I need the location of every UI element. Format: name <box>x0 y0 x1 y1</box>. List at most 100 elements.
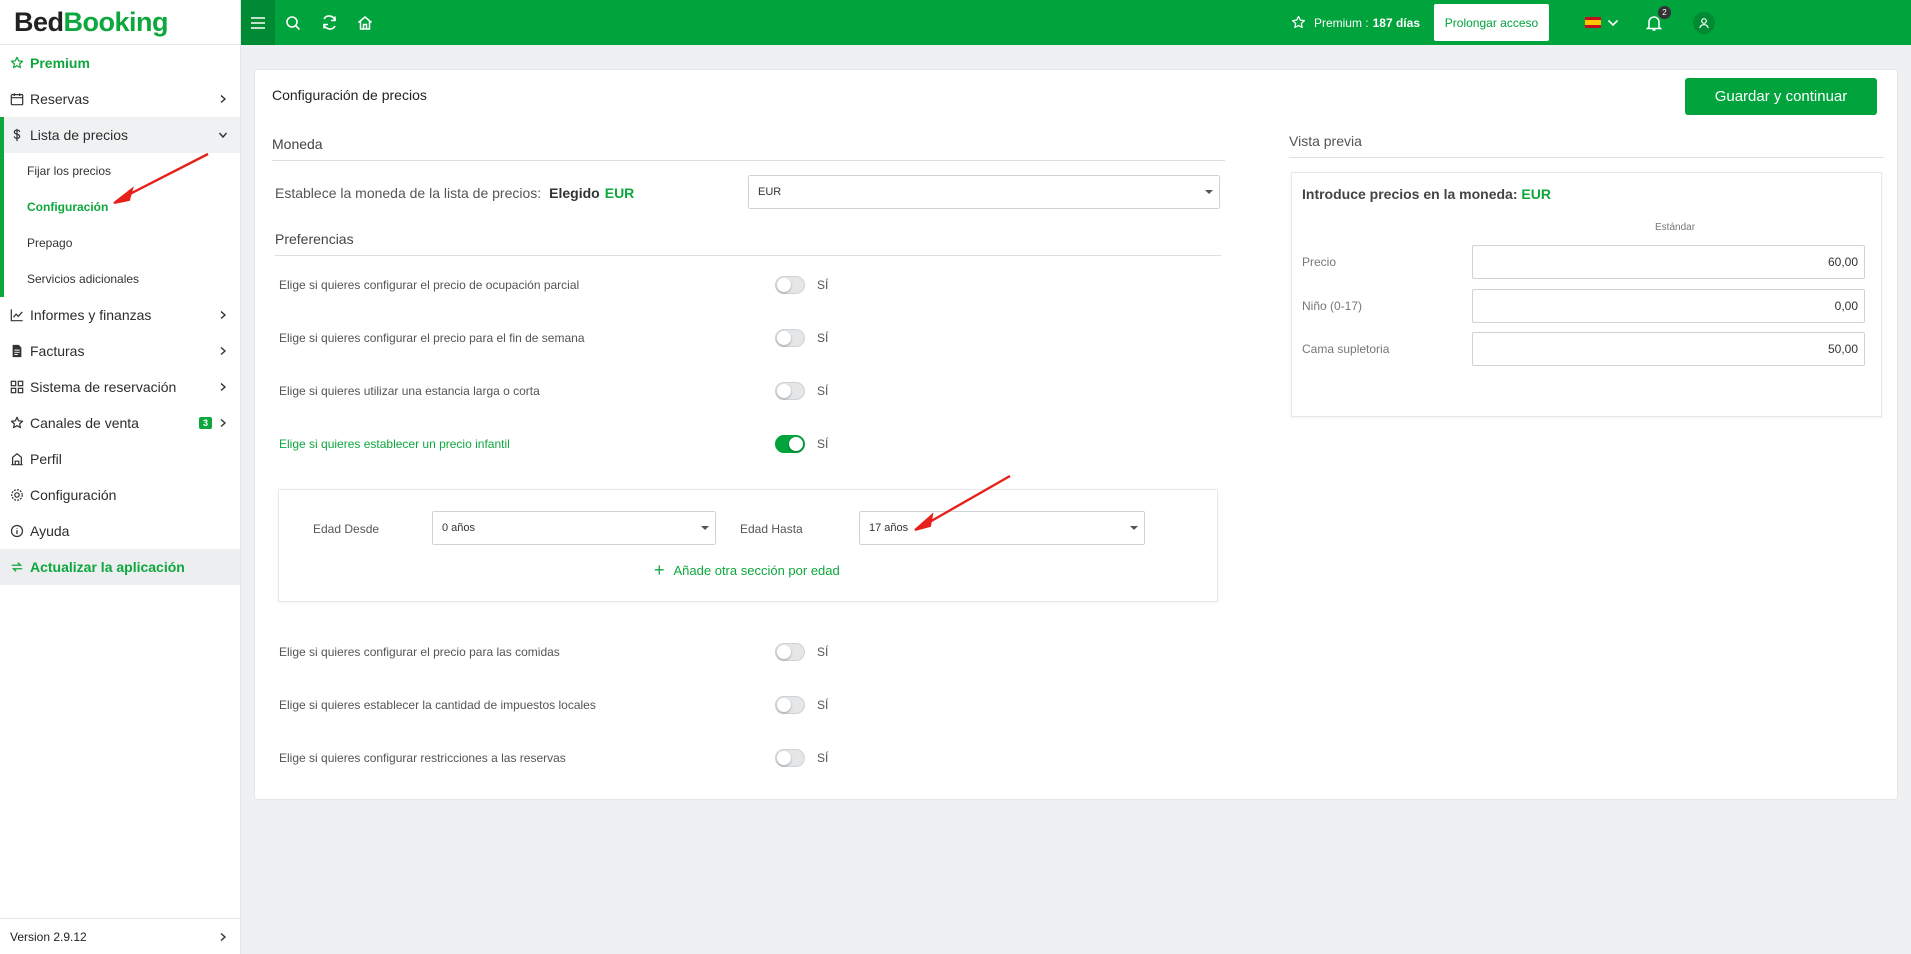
age-to-select[interactable]: 17 años <box>859 511 1145 545</box>
submenu-item-configuracion[interactable]: Configuración <box>4 189 240 225</box>
sidebar-item-facturas[interactable]: Facturas <box>0 333 240 369</box>
logo-text-bed: Bed <box>14 6 64 37</box>
refresh-button[interactable] <box>311 0 347 45</box>
meals-price-toggle[interactable] <box>775 643 805 661</box>
add-age-section-label: Añade otra sección por edad <box>673 563 840 578</box>
add-age-section-button[interactable]: + Añade otra sección por edad <box>654 560 840 581</box>
child-price-input-value: 0,00 <box>1834 299 1858 313</box>
restrictions-toggle[interactable] <box>775 749 805 767</box>
chevron-right-icon <box>220 310 227 320</box>
topbar-right: Premium : 187 días Prolongar acceso 2 <box>1291 0 1911 45</box>
age-to-label: Edad Hasta <box>740 522 803 536</box>
local-taxes-toggle[interactable] <box>775 696 805 714</box>
premium-days: 187 días <box>1372 15 1420 30</box>
caret-down-icon <box>701 526 709 530</box>
sidebar-item-label: Reservas <box>30 91 90 107</box>
sidebar-item-label: Facturas <box>30 343 85 359</box>
preview-title-text: Introduce precios en la moneda: <box>1302 186 1518 202</box>
sidebar-item-actualizar[interactable]: Actualizar la aplicación <box>0 549 240 585</box>
menu-icon <box>251 16 265 29</box>
sidebar-item-sistema[interactable]: Sistema de reservación <box>0 369 240 405</box>
invoice-icon <box>12 344 22 358</box>
currency-text: Establece la moneda de la lista de preci… <box>275 185 542 201</box>
age-from-select[interactable]: 0 años <box>432 511 716 545</box>
star-icon <box>10 56 24 69</box>
sidebar-item-premium[interactable]: Premium <box>0 45 240 81</box>
toggle-knob <box>777 384 791 398</box>
child-price-toggle[interactable] <box>775 435 805 453</box>
sidebar-item-lista-precios[interactable]: Lista de precios <box>0 117 240 153</box>
calendar-icon <box>10 93 24 106</box>
toggle-knob <box>777 645 791 659</box>
chevron-down-icon <box>218 132 228 139</box>
age-from-label: Edad Desde <box>313 522 380 536</box>
age-to-value: 17 años <box>869 522 909 534</box>
star-icon <box>1291 15 1305 29</box>
currency-select[interactable]: EUR <box>748 175 1220 209</box>
pref-row-partial-occupancy: Elige si quieres configurar el precio de… <box>279 275 1019 295</box>
toggle-label: SÍ <box>817 384 829 398</box>
building-icon <box>11 452 23 466</box>
plus-icon: + <box>654 560 665 580</box>
sidebar-item-perfil[interactable]: Perfil <box>0 441 240 477</box>
preferences-section-heading: Preferencias <box>275 231 1221 256</box>
notifications-button[interactable]: 2 <box>1643 5 1671 34</box>
age-from-value: 0 años <box>442 522 476 534</box>
gear-icon <box>11 489 23 501</box>
extend-access-button[interactable]: Prolongar acceso <box>1434 4 1549 41</box>
pref-row-weekend: Elige si quieres configurar el precio pa… <box>279 328 1019 348</box>
extra-bed-price-input-value: 50,00 <box>1827 342 1858 356</box>
child-price-input[interactable]: 0,00 <box>1472 289 1865 323</box>
spain-flag-icon <box>1585 17 1601 28</box>
caret-down-icon <box>1205 190 1213 194</box>
refresh-icon <box>11 562 23 572</box>
toggle-knob <box>777 331 791 345</box>
sidebar-item-reservas[interactable]: Reservas <box>0 81 240 117</box>
user-menu-button[interactable] <box>1693 11 1715 34</box>
chevron-right-icon <box>220 932 227 941</box>
toggle-label: SÍ <box>817 645 829 659</box>
pref-row-local-taxes: Elige si quieres establecer la cantidad … <box>279 695 1019 715</box>
currency-select-value: EUR <box>758 186 782 198</box>
notification-count-badge: 2 <box>1658 5 1671 19</box>
submenu-item-prepago[interactable]: Prepago <box>4 225 240 261</box>
home-button[interactable] <box>347 0 383 45</box>
preview-row-label: Cama supletoria <box>1302 342 1390 356</box>
toggle-knob <box>777 751 791 765</box>
top-bar: Premium : 187 días Prolongar acceso 2 <box>241 0 1911 45</box>
toggle-label: SÍ <box>817 331 829 345</box>
premium-status: Premium : 187 días <box>1291 15 1420 30</box>
hamburger-menu-button[interactable] <box>241 0 275 45</box>
sidebar-item-informes[interactable]: Informes y finanzas <box>0 297 240 333</box>
sidebar-item-label: Sistema de reservación <box>30 379 177 395</box>
home-icon <box>358 15 372 30</box>
chevron-right-icon <box>220 418 227 428</box>
submenu-item-servicios-adicionales[interactable]: Servicios adicionales <box>4 261 240 297</box>
version-text: Version 2.9.12 <box>10 929 87 944</box>
pref-label: Elige si quieres configurar el precio de… <box>279 278 580 292</box>
partial-occupancy-toggle[interactable] <box>775 276 805 294</box>
sidebar-item-label: Informes y finanzas <box>30 307 152 323</box>
save-and-continue-button[interactable]: Guardar y continuar <box>1685 78 1877 115</box>
price-input[interactable]: 60,00 <box>1472 245 1865 279</box>
pref-label: Elige si quieres configurar el precio pa… <box>279 645 560 659</box>
active-indicator <box>0 117 4 153</box>
chevron-right-icon <box>220 346 227 356</box>
sidebar-item-label: Actualizar la aplicación <box>30 559 185 575</box>
app-logo[interactable]: Bed Booking <box>0 0 240 45</box>
sidebar-item-configuracion[interactable]: Configuración <box>0 477 240 513</box>
search-button[interactable] <box>275 0 311 45</box>
extra-bed-price-input[interactable]: 50,00 <box>1472 332 1865 366</box>
submenu-item-fijar-precios[interactable]: Fijar los precios <box>4 153 240 189</box>
stay-length-toggle[interactable] <box>775 382 805 400</box>
sidebar-item-canales[interactable]: Canales de venta 3 <box>0 405 240 441</box>
language-selector[interactable] <box>1585 17 1619 28</box>
currency-section-heading: Moneda <box>272 136 1225 161</box>
toggle-knob <box>777 278 791 292</box>
grid-icon <box>10 380 24 394</box>
weekend-price-toggle[interactable] <box>775 329 805 347</box>
sidebar-item-ayuda[interactable]: Ayuda <box>0 513 240 549</box>
currency-chosen-value: EUR <box>604 185 635 201</box>
toggle-label: SÍ <box>817 751 829 765</box>
version-bar[interactable]: Version 2.9.12 <box>0 918 240 954</box>
